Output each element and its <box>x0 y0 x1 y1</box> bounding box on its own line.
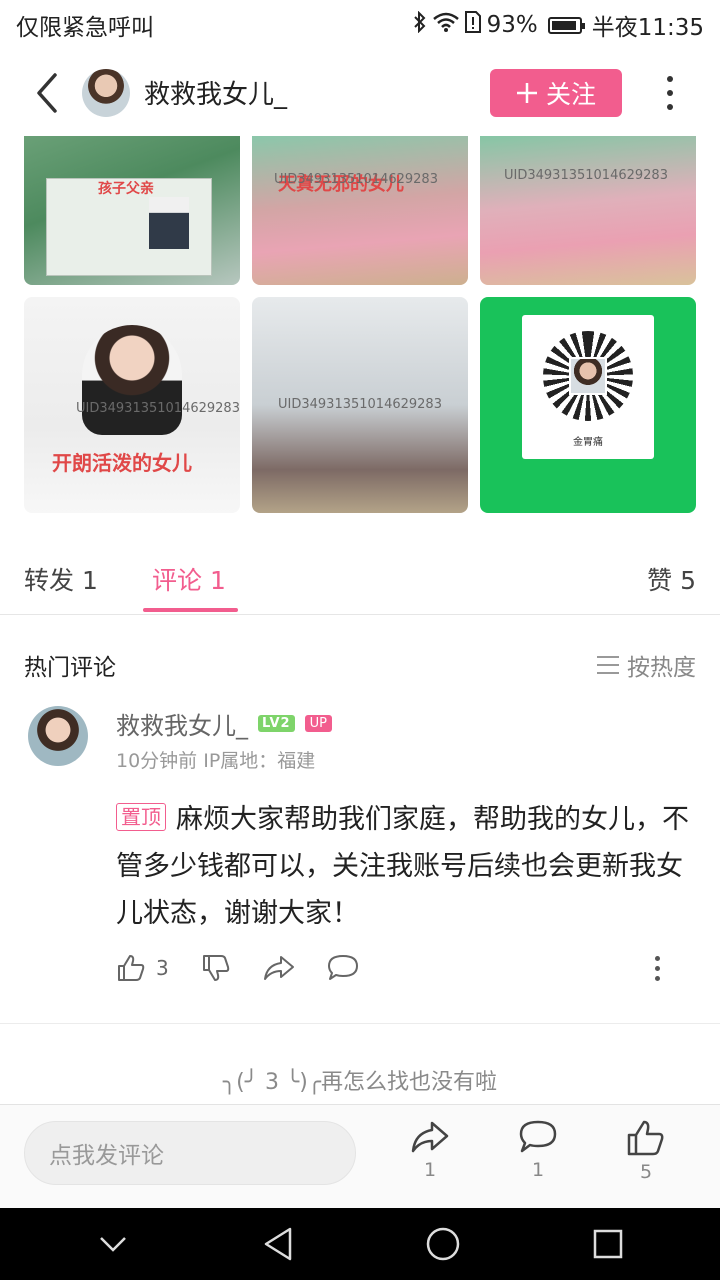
photo-watermark: UID34931351014629283 <box>76 401 240 416</box>
tab-comment[interactable]: 评论 1 <box>152 561 226 597</box>
photo-daughter-hands[interactable]: 天真无邪的女儿 UID34931351014629283 <box>252 136 468 285</box>
nav-home-button[interactable] <box>413 1214 473 1274</box>
speech-bubble-icon <box>519 1120 557 1153</box>
chevron-left-icon <box>37 72 57 113</box>
photo-grid: 孩子父亲 天真无邪的女儿 UID34931351014629283 UID349… <box>24 136 696 513</box>
tab-like[interactable]: 赞 5 <box>647 561 696 597</box>
photo-watermark: UID34931351014629283 <box>274 172 438 187</box>
follow-button[interactable]: 关注 <box>490 68 622 117</box>
more-options-button[interactable] <box>640 63 700 123</box>
wifi-icon <box>432 12 459 38</box>
comment-count: 1 <box>531 1159 545 1181</box>
system-navigation-bar <box>0 1208 720 1280</box>
comment-like-button[interactable]: 3 <box>116 953 169 983</box>
level-badge: LV2 <box>258 715 295 732</box>
carrier-text: 仅限紧急呼叫 <box>16 15 154 41</box>
triangle-back-icon <box>264 1227 291 1261</box>
thumbs-up-icon <box>118 955 145 981</box>
child-figure <box>82 325 182 435</box>
clock: 半夜11:35 <box>591 15 704 41</box>
thumbs-up-icon <box>627 1120 664 1156</box>
photo-id-card[interactable]: 孩子父亲 <box>24 136 240 285</box>
plus-icon <box>516 82 537 103</box>
photo-payment-qr[interactable]: 金胃痛 <box>480 297 696 513</box>
battery-percent: 93% <box>486 12 538 38</box>
share-count: 1 <box>423 1159 437 1181</box>
circle-home-icon <box>426 1227 459 1261</box>
photo-caption: 孩子父亲 <box>98 181 154 197</box>
status-bar: 仅限紧急呼叫 93% 半夜11:35 <box>0 0 720 50</box>
comment-input[interactable]: 点我发评论 <box>24 1121 356 1185</box>
comment-dislike-button[interactable] <box>201 953 231 983</box>
bluetooth-icon <box>413 10 427 39</box>
back-button[interactable] <box>12 55 82 130</box>
sort-by-hot-button[interactable]: 按热度 <box>597 648 696 682</box>
active-tab-indicator <box>143 608 238 612</box>
qr-card: 金胃痛 <box>522 315 654 459</box>
nav-recents-button[interactable] <box>578 1214 638 1274</box>
dot-icon <box>667 89 673 96</box>
like-count: 5 <box>639 1161 653 1183</box>
bottom-action-bar: 点我发评论 1 1 5 <box>0 1104 720 1208</box>
share-icon <box>411 1121 449 1153</box>
comment-time: 10分钟前 <box>116 750 198 772</box>
nav-collapse-button[interactable] <box>83 1214 143 1274</box>
commenter-info: 救救我女儿_ LV2 UP <box>116 706 332 741</box>
comment-button[interactable]: 1 <box>508 1119 568 1181</box>
speech-bubble-icon <box>327 955 358 980</box>
comment-more-button[interactable] <box>655 955 660 981</box>
like-button[interactable]: 5 <box>616 1119 676 1183</box>
author-avatar[interactable] <box>82 68 130 117</box>
post-header: 救救我女儿_ 关注 <box>0 55 720 130</box>
photo-daughter-hospital[interactable]: UID34931351014629283 <box>252 297 468 513</box>
up-badge: UP <box>304 715 332 732</box>
list-icon <box>597 656 619 674</box>
share-button[interactable]: 1 <box>400 1119 460 1181</box>
sim-alert-icon <box>464 11 481 39</box>
comment-text: 麻烦大家帮助我们家庭，帮助我的女儿，不管多少钱都可以，关注我账号后续也会更新我女… <box>116 804 689 929</box>
comment-ip: IP属地：福建 <box>203 750 316 772</box>
photo-watermark: UID34931351014629283 <box>278 397 442 412</box>
author-name[interactable]: 救救我女儿_ <box>144 74 490 111</box>
follow-label: 关注 <box>545 79 596 109</box>
battery-icon <box>547 16 585 34</box>
pinned-badge: 置顶 <box>116 803 166 831</box>
divider <box>0 1023 720 1024</box>
photo-daughter-smiling[interactable]: UID34931351014629283 开朗活泼的女儿 <box>24 297 240 513</box>
comment-meta: 10分钟前 IP属地：福建 <box>116 746 315 773</box>
share-icon <box>263 956 294 980</box>
dot-icon <box>667 75 673 82</box>
nav-back-button[interactable] <box>248 1214 308 1274</box>
thumbs-down-icon <box>202 955 229 981</box>
end-of-list-note: ╮(╯ 3 ╰)╭再怎么找也没有啦 <box>222 1070 498 1095</box>
chevron-down-icon <box>99 1237 126 1252</box>
hot-comments-title: 热门评论 <box>24 655 116 681</box>
commenter-avatar[interactable] <box>28 706 88 766</box>
comment-reply-button[interactable] <box>327 953 359 983</box>
qr-caption: 金胃痛 <box>573 437 603 448</box>
tab-forward[interactable]: 转发 1 <box>24 561 98 597</box>
photo-daughter-iv[interactable]: UID34931351014629283 <box>480 136 696 285</box>
qr-code <box>543 331 633 421</box>
square-recents-icon <box>593 1229 622 1259</box>
comment-share-button[interactable] <box>263 953 295 983</box>
photo-watermark: UID34931351014629283 <box>504 168 668 183</box>
comment-like-count: 3 <box>156 956 169 980</box>
dot-icon <box>667 103 673 110</box>
comment-actions: 3 <box>116 950 696 986</box>
comment-body: 置顶 麻烦大家帮助我们家庭，帮助我的女儿，不管多少钱都可以，关注我账号后续也会更新… <box>116 796 696 937</box>
commenter-name[interactable]: 救救我女儿_ <box>116 706 248 741</box>
sort-label: 按热度 <box>627 655 696 681</box>
interaction-tabs: 转发 1 评论 1 赞 5 <box>0 545 720 615</box>
photo-caption: 开朗活泼的女儿 <box>52 451 192 475</box>
